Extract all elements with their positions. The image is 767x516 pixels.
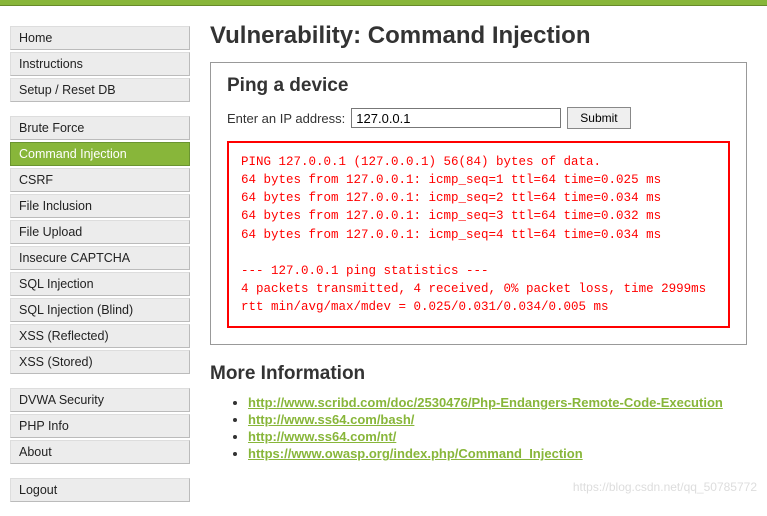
ping-form: Enter an IP address: Submit — [227, 107, 730, 129]
sidebar-item-xss-reflected[interactable]: XSS (Reflected) — [10, 324, 190, 348]
sidebar-item-file-inclusion[interactable]: File Inclusion — [10, 194, 190, 218]
sidebar-item-xss-stored[interactable]: XSS (Stored) — [10, 350, 190, 374]
menu-group: DVWA SecurityPHP InfoAbout — [10, 388, 190, 464]
sidebar-item-dvwa-security[interactable]: DVWA Security — [10, 388, 190, 412]
menu-group: Logout — [10, 478, 190, 502]
sidebar-item-logout[interactable]: Logout — [10, 478, 190, 502]
panel-title: Ping a device — [227, 75, 730, 97]
sidebar-item-csrf[interactable]: CSRF — [10, 168, 190, 192]
sidebar-item-instructions[interactable]: Instructions — [10, 52, 190, 76]
info-link[interactable]: http://www.ss64.com/bash/ — [248, 412, 414, 427]
info-link[interactable]: https://www.owasp.org/index.php/Command_… — [248, 446, 583, 461]
sidebar-item-sql-injection-blind[interactable]: SQL Injection (Blind) — [10, 298, 190, 322]
sidebar: HomeInstructionsSetup / Reset DB Brute Fo… — [10, 16, 190, 516]
ping-output: PING 127.0.0.1 (127.0.0.1) 56(84) bytes … — [227, 141, 730, 328]
ip-label: Enter an IP address: — [227, 111, 345, 126]
page-title: Vulnerability: Command Injection — [210, 22, 747, 50]
sidebar-item-command-injection[interactable]: Command Injection — [10, 142, 190, 166]
ping-panel: Ping a device Enter an IP address: Submi… — [210, 62, 747, 345]
submit-button[interactable]: Submit — [567, 107, 630, 129]
sidebar-item-sql-injection[interactable]: SQL Injection — [10, 272, 190, 296]
page-container: HomeInstructionsSetup / Reset DB Brute Fo… — [0, 6, 767, 516]
list-item: http://www.ss64.com/nt/ — [248, 429, 747, 444]
sidebar-item-php-info[interactable]: PHP Info — [10, 414, 190, 438]
sidebar-item-setup-reset-db[interactable]: Setup / Reset DB — [10, 78, 190, 102]
more-info-links: http://www.scribd.com/doc/2530476/Php-En… — [210, 395, 747, 461]
menu-group: HomeInstructionsSetup / Reset DB — [10, 26, 190, 102]
ip-input[interactable] — [351, 108, 561, 128]
main-content: Vulnerability: Command Injection Ping a … — [210, 16, 757, 516]
list-item: https://www.owasp.org/index.php/Command_… — [248, 446, 747, 461]
sidebar-item-home[interactable]: Home — [10, 26, 190, 50]
info-link[interactable]: http://www.scribd.com/doc/2530476/Php-En… — [248, 395, 723, 410]
sidebar-item-file-upload[interactable]: File Upload — [10, 220, 190, 244]
sidebar-item-brute-force[interactable]: Brute Force — [10, 116, 190, 140]
info-link[interactable]: http://www.ss64.com/nt/ — [248, 429, 396, 444]
watermark-text: https://blog.csdn.net/qq_50785772 — [573, 480, 757, 494]
list-item: http://www.ss64.com/bash/ — [248, 412, 747, 427]
sidebar-item-insecure-captcha[interactable]: Insecure CAPTCHA — [10, 246, 190, 270]
sidebar-item-about[interactable]: About — [10, 440, 190, 464]
more-info-heading: More Information — [210, 363, 747, 385]
menu-group: Brute ForceCommand InjectionCSRFFile Inc… — [10, 116, 190, 374]
list-item: http://www.scribd.com/doc/2530476/Php-En… — [248, 395, 747, 410]
